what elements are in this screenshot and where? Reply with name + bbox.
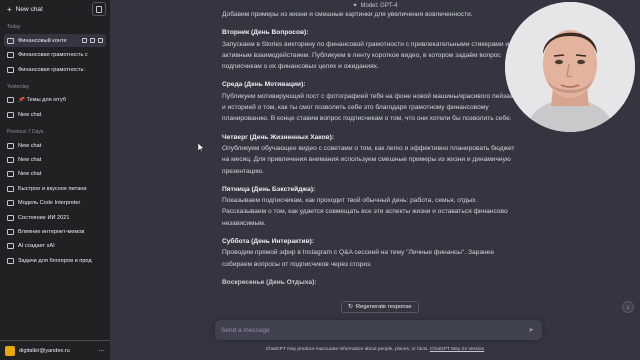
day-heading: Четверг (День Жизненных Хаков): xyxy=(222,133,334,141)
chat-item-actions xyxy=(82,38,103,44)
message-input[interactable] xyxy=(221,326,526,334)
message-paragraph: Четверг (День Жизненных Хаков): Опубликуе… xyxy=(222,132,522,177)
sidebar-top: + New chat xyxy=(0,0,110,18)
sidebar-toggle-button[interactable] xyxy=(92,2,106,16)
sidebar-chat-label: New chat xyxy=(18,111,42,118)
model-label: Model: GPT-4 xyxy=(360,2,398,9)
sidebar-chat-label: 📌 Темы для ютуб xyxy=(18,97,67,104)
regenerate-label: Regenerate response xyxy=(355,304,412,310)
sidebar-chat-item[interactable]: Финансовый конте xyxy=(4,34,106,48)
sparkle-icon: ✦ xyxy=(352,3,358,9)
sidebar-chat-item[interactable]: AI создает xAI xyxy=(4,240,106,253)
chat-bubble-icon xyxy=(7,214,14,221)
chat-bubble-icon xyxy=(7,257,14,264)
sidebar: + New chat Today Финансовый конте Финансов… xyxy=(0,0,110,360)
chat-bubble-icon xyxy=(7,52,14,59)
sidebar-chat-label: Финансовая грамотность: xyxy=(18,66,85,73)
message-paragraph: Суббота (День Интерактив): Проводим прямо… xyxy=(222,236,522,270)
sidebar-chat-item[interactable]: New chat xyxy=(4,139,106,152)
sidebar-chat-label: New chat xyxy=(18,142,42,149)
sidebar-chat-item[interactable]: Модель Code Interpreter xyxy=(4,197,106,210)
chat-history-list: Today Финансовый конте Финансовая грамотно… xyxy=(0,18,110,267)
disclaimer-text: ChatGPT may produce inaccurate informati… xyxy=(265,347,430,352)
day-heading: Пятница (День Бэкстейджа): xyxy=(222,185,316,193)
chat-bubble-icon xyxy=(7,111,14,118)
send-button[interactable]: ➤ xyxy=(526,325,536,335)
paragraph-text: Проводим прямой эфир в Instagram с Q&A с… xyxy=(222,249,494,268)
sidebar-section-title: Today xyxy=(7,24,21,30)
sidebar-chat-label: Влияние интернет-мемов xyxy=(18,228,85,235)
day-heading: Среда (День Мотивации): xyxy=(222,81,306,89)
webcam-overlay xyxy=(505,2,635,132)
sidebar-chat-item[interactable]: Финансовая грамотность: xyxy=(4,63,106,76)
sidebar-section-title: Previous 7 Days xyxy=(7,128,44,135)
sidebar-chat-label: Состояние ИИ 2021 xyxy=(18,214,70,221)
sidebar-chat-item[interactable]: Финансовая грамотность с xyxy=(4,49,106,62)
ellipsis-icon[interactable]: ⋯ xyxy=(98,347,105,355)
chat-bubble-icon xyxy=(7,97,14,104)
sidebar-chat-label: Задачи для блогеров и прод xyxy=(18,257,92,264)
sidebar-section-title: Yesterday xyxy=(7,83,30,90)
sidebar-chat-item[interactable]: New chat xyxy=(4,154,106,167)
regenerate-button[interactable]: ↻ Regenerate response xyxy=(341,301,419,313)
disclaimer: ChatGPT may produce inaccurate informati… xyxy=(110,347,640,352)
sidebar-chat-label: Финансовая грамотность с xyxy=(18,52,88,59)
chat-bubble-icon xyxy=(7,157,14,164)
paragraph-text: Публикуем мотивирующий пост с фотографие… xyxy=(222,92,518,123)
trash-icon[interactable] xyxy=(98,38,103,44)
user-email: digitalkir@yandex.ru xyxy=(19,347,70,354)
assistant-message: Добавим примеры из жизни и смешные карти… xyxy=(222,9,522,295)
chat-bubble-icon xyxy=(7,228,14,235)
paragraph-text: Показываем подписчикам, как проходит тво… xyxy=(222,197,508,227)
sidebar-chat-label: Быстрое и вкусное питани xyxy=(18,185,87,192)
send-icon: ➤ xyxy=(528,327,534,334)
sidebar-chat-item[interactable]: Задачи для блогеров и прод xyxy=(4,254,106,267)
chat-bubble-icon xyxy=(7,185,14,192)
sidebar-chat-item[interactable]: New chat xyxy=(4,168,106,181)
chat-bubble-icon xyxy=(7,66,14,73)
message-paragraph: Пятница (День Бэкстейджа): Показываем под… xyxy=(222,184,522,229)
sidebar-chat-label: New chat xyxy=(18,157,42,164)
user-menu[interactable]: digitalkir@yandex.ru ⋯ xyxy=(0,340,110,360)
arrow-down-icon: ↓ xyxy=(626,303,630,311)
scroll-down-button[interactable]: ↓ xyxy=(622,301,634,313)
paragraph-text: Запускаем в Stories викторину по финансо… xyxy=(222,40,510,71)
mouse-cursor-icon xyxy=(198,143,204,152)
sidebar-chat-item[interactable]: Быстрое и вкусное питани xyxy=(4,182,106,195)
message-paragraph: Вторник (День Вопросов): Запускаем в Stor… xyxy=(222,27,522,72)
chat-bubble-icon xyxy=(7,37,14,44)
version-link[interactable]: ChatGPT May 24 Version xyxy=(430,347,484,352)
message-paragraph: Среда (День Мотивации): Публикуем мотивир… xyxy=(222,79,522,124)
chat-bubble-icon xyxy=(7,243,14,250)
chat-bubble-icon xyxy=(7,171,14,178)
sidebar-chat-label: Финансовый конте xyxy=(18,37,67,44)
day-heading: Вторник (День Вопросов): xyxy=(222,29,309,37)
edit-icon[interactable] xyxy=(82,38,87,44)
day-heading: Суббота (День Интерактив): xyxy=(222,238,315,246)
sidebar-chat-label: New chat xyxy=(18,171,42,178)
sidebar-chat-label: AI создает xAI xyxy=(18,243,55,250)
sidebar-chat-item[interactable]: Состояние ИИ 2021 xyxy=(4,211,106,224)
sidebar-chat-item[interactable]: 📌 Темы для ютуб xyxy=(4,94,106,107)
avatar xyxy=(5,345,15,356)
sidebar-chat-item[interactable]: Влияние интернет-мемов xyxy=(4,225,106,238)
new-chat-label: New chat xyxy=(15,5,43,13)
sidebar-chat-label: Модель Code Interpreter xyxy=(18,200,81,207)
chat-bubble-icon xyxy=(7,142,14,149)
chat-bubble-icon xyxy=(7,200,14,207)
paragraph-text: Опубликуем обучающее видео с советами о … xyxy=(222,144,515,175)
sidebar-icon xyxy=(96,5,102,13)
sidebar-chat-item[interactable]: New chat xyxy=(4,108,106,121)
presenter-face-image xyxy=(505,2,635,132)
share-icon[interactable] xyxy=(90,38,95,44)
plus-icon: + xyxy=(7,4,12,14)
composer: ➤ xyxy=(215,320,542,340)
refresh-icon: ↻ xyxy=(348,304,353,310)
new-chat-button[interactable]: + New chat xyxy=(4,2,89,16)
